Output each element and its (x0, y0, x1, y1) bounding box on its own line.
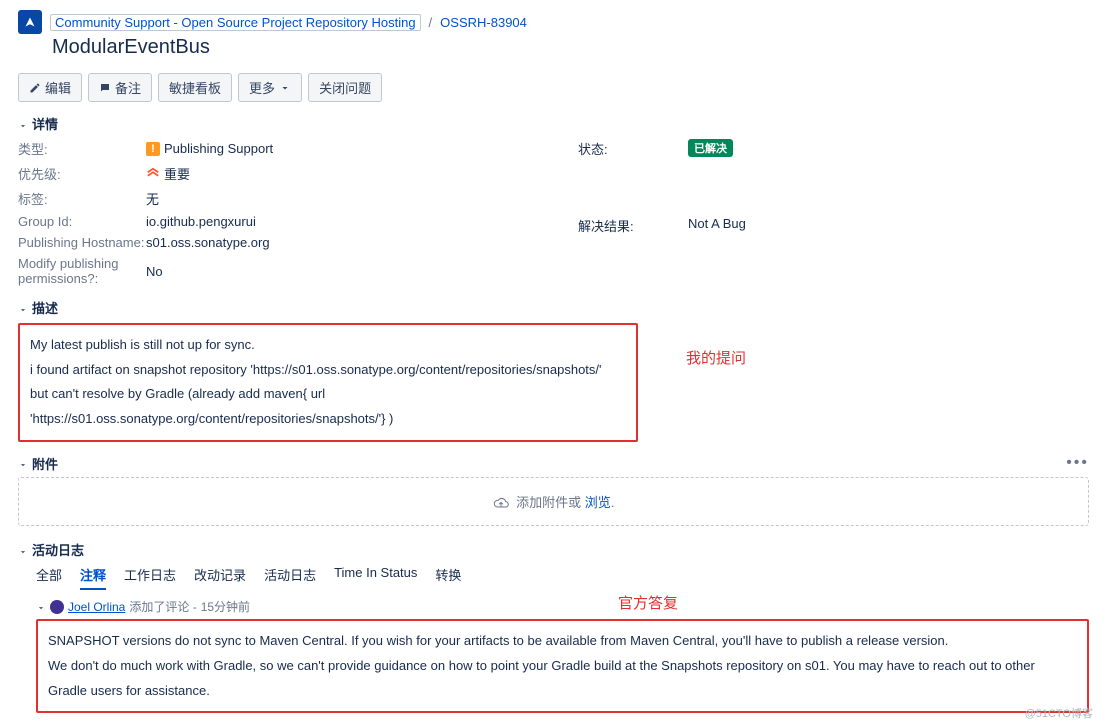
breadcrumb-issue-link[interactable]: OSSRH-83904 (440, 15, 527, 30)
agile-label: 敏捷看板 (169, 78, 221, 97)
section-toggle-description[interactable]: 描述 (18, 298, 1089, 317)
tab-all[interactable]: 全部 (36, 565, 62, 590)
browse-link[interactable]: 浏览 (585, 495, 611, 510)
field-value-labels: 无 (146, 189, 578, 208)
section-toggle-activity[interactable]: 活动日志 (18, 540, 1089, 559)
agile-button[interactable]: 敏捷看板 (158, 73, 232, 102)
field-value-priority: 重要 (164, 164, 190, 183)
section-title-details: 详情 (32, 114, 58, 133)
close-issue-button[interactable]: 关闭问题 (308, 73, 382, 102)
description-line: i found artifact on snapshot repository … (30, 358, 626, 383)
field-value-type: Publishing Support (164, 141, 273, 156)
field-label-priority: 优先级: (18, 164, 146, 183)
section-title-description: 描述 (32, 298, 58, 317)
pencil-icon (29, 82, 41, 94)
section-title-activity: 活动日志 (32, 540, 84, 559)
toolbar: 编辑 备注 敏捷看板 更多 关闭问题 (18, 73, 1089, 102)
edit-button[interactable]: 编辑 (18, 73, 82, 102)
comment-line: We don't do much work with Gradle, so we… (48, 654, 1077, 703)
section-toggle-attachments[interactable]: 附件 (18, 454, 1066, 473)
field-value-perm: No (146, 256, 578, 286)
tab-time[interactable]: Time In Status (334, 565, 417, 590)
comment-body: SNAPSHOT versions do not sync to Maven C… (36, 619, 1089, 713)
remark-label: 备注 (115, 78, 141, 97)
page-title: ModularEventBus (52, 36, 1089, 59)
tab-history[interactable]: 改动记录 (194, 565, 246, 590)
comment-line: SNAPSHOT versions do not sync to Maven C… (48, 629, 1077, 654)
section-title-attachments: 附件 (32, 454, 58, 473)
description-content: My latest publish is still not up for sy… (18, 323, 638, 442)
dropzone-text: 添加附件或 (516, 495, 585, 510)
annotation-question: 我的提问 (686, 347, 746, 368)
comment-icon (99, 82, 111, 94)
field-value-group: io.github.pengxurui (146, 214, 578, 229)
chevron-down-icon (18, 545, 28, 555)
annotation-answer: 官方答复 (618, 592, 678, 613)
activity-tabs: 全部 注释 工作日志 改动记录 活动日志 Time In Status 转换 (36, 565, 1089, 590)
breadcrumb-project-link[interactable]: Community Support - Open Source Project … (50, 14, 421, 31)
description-line: My latest publish is still not up for sy… (30, 333, 626, 358)
attachments-more-button[interactable]: ••• (1066, 454, 1089, 472)
type-icon: ! (146, 142, 160, 156)
comment-time: 15分钟前 (201, 598, 250, 615)
upload-cloud-icon (493, 495, 509, 511)
field-label-type: 类型: (18, 139, 146, 158)
status-badge: 已解决 (688, 139, 733, 157)
priority-icon (146, 167, 160, 181)
more-button[interactable]: 更多 (238, 73, 302, 102)
tab-transitions[interactable]: 转换 (435, 565, 461, 590)
comment-action: 添加了评论 - (129, 598, 196, 615)
more-label: 更多 (249, 78, 275, 97)
watermark: @51CTO博客 (1025, 705, 1093, 721)
description-line: but can't resolve by Gradle (already add… (30, 382, 626, 431)
comment-header: Joel Orlina 添加了评论 - 15分钟前 (36, 598, 1089, 615)
close-label: 关闭问题 (319, 78, 371, 97)
avatar (50, 600, 64, 614)
section-toggle-details[interactable]: 详情 (18, 114, 1089, 133)
field-value-resolution: Not A Bug (688, 216, 1089, 287)
tab-worklog[interactable]: 工作日志 (124, 565, 176, 590)
chevron-down-icon[interactable] (36, 602, 46, 612)
comment-author-link[interactable]: Joel Orlina (68, 600, 125, 614)
project-icon (18, 10, 42, 34)
edit-label: 编辑 (45, 78, 71, 97)
breadcrumb-separator: / (429, 15, 433, 30)
chevron-down-icon (18, 458, 28, 468)
tab-activity[interactable]: 活动日志 (264, 565, 316, 590)
remark-button[interactable]: 备注 (88, 73, 152, 102)
details-panel: 类型: ! Publishing Support 优先级: 重要 标签: 无 G… (18, 139, 1089, 286)
breadcrumb: Community Support - Open Source Project … (18, 10, 1089, 34)
field-label-perm: Modify publishing permissions?: (18, 256, 146, 286)
field-label-group: Group Id: (18, 214, 146, 229)
field-label-status: 状态: (578, 139, 688, 210)
field-label-host: Publishing Hostname: (18, 235, 146, 250)
chevron-down-icon (279, 82, 291, 94)
chevron-down-icon (18, 119, 28, 129)
attachment-dropzone[interactable]: 添加附件或 浏览. (18, 477, 1089, 527)
field-value-host: s01.oss.sonatype.org (146, 235, 578, 250)
chevron-down-icon (18, 303, 28, 313)
field-label-resolution: 解决结果: (578, 216, 688, 287)
tab-comments[interactable]: 注释 (80, 565, 106, 590)
field-label-labels: 标签: (18, 189, 146, 208)
